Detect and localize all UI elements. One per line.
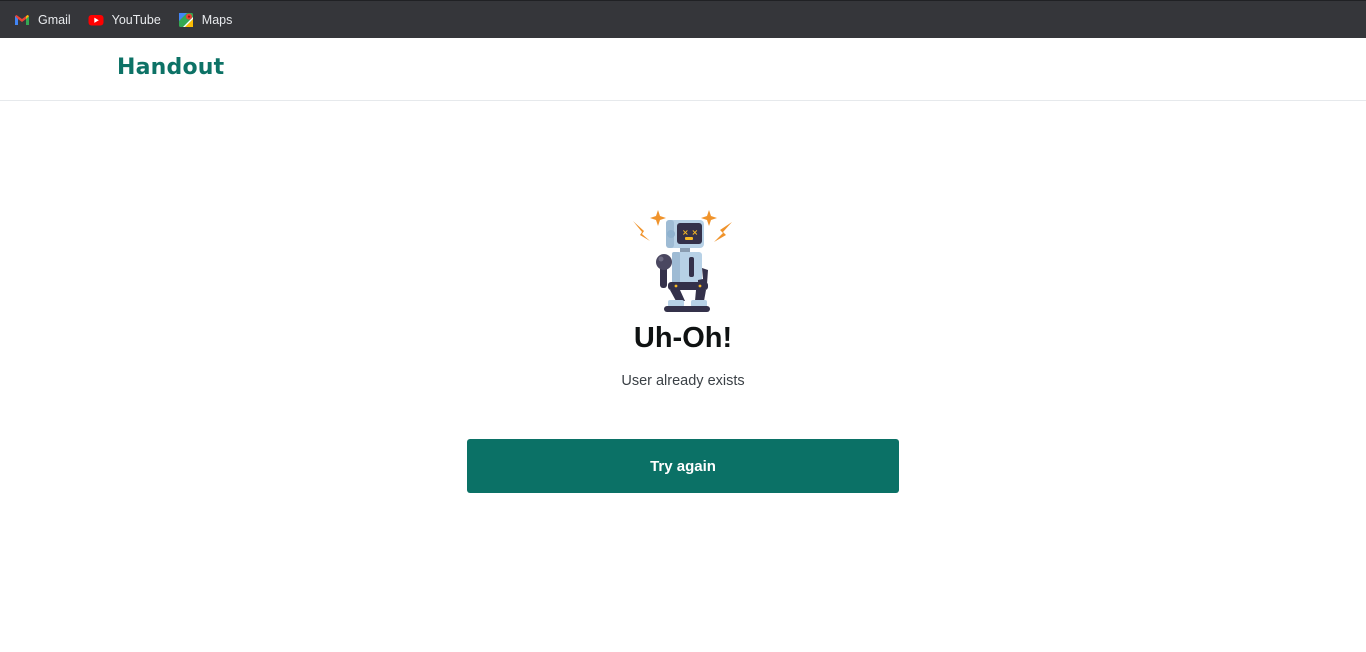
bookmark-youtube[interactable]: YouTube (88, 7, 161, 33)
svg-text:× ×: × × (682, 228, 698, 237)
broken-robot-icon: × × (633, 210, 732, 312)
youtube-icon (88, 14, 104, 25)
site-header: Handout (0, 38, 1366, 101)
bookmark-label: Gmail (38, 12, 71, 27)
bookmarks-bar: Gmail YouTube Maps (0, 0, 1366, 38)
maps-icon (178, 12, 193, 27)
bookmark-label: Maps (201, 12, 233, 27)
error-message: User already exists (621, 373, 745, 389)
bookmark-gmail[interactable]: Gmail (14, 7, 71, 33)
try-again-button[interactable]: Try again (467, 439, 899, 493)
bookmark-label: YouTube (111, 12, 161, 27)
handout-logo[interactable]: Handout (117, 55, 224, 80)
gmail-icon (15, 14, 29, 25)
error-title: Uh-Oh! (633, 322, 733, 354)
bookmark-maps[interactable]: Maps (178, 7, 233, 33)
